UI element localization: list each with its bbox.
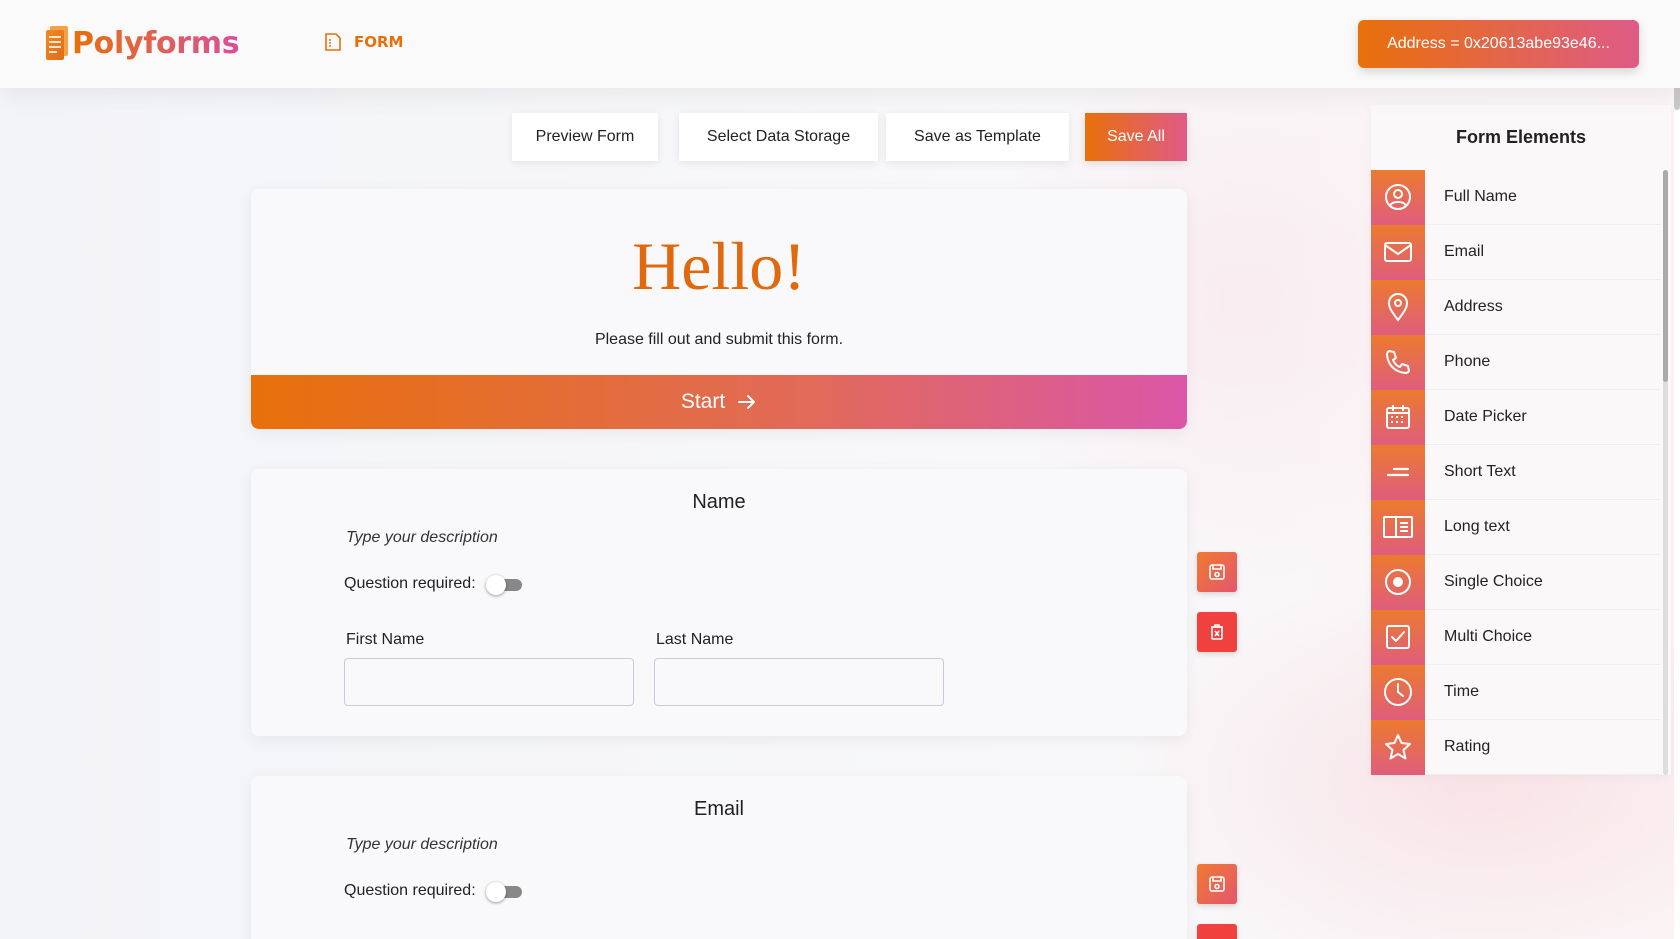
question-card-name: Name Type your description Question requ… — [251, 469, 1187, 736]
preview-form-button[interactable]: Preview Form — [512, 113, 658, 161]
floppy-disk-icon — [1209, 564, 1225, 580]
welcome-subtitle[interactable]: Please fill out and submit this form. — [251, 331, 1187, 349]
element-full-name[interactable]: Full Name — [1371, 169, 1661, 225]
user-circle-icon — [1371, 169, 1425, 225]
save-all-button[interactable]: Save All — [1085, 113, 1187, 161]
question-title[interactable]: Name — [251, 491, 1187, 514]
element-label: Long text — [1444, 518, 1510, 535]
radio-icon — [1371, 554, 1425, 610]
question-title[interactable]: Email — [251, 798, 1187, 821]
wallet-address-button[interactable]: Address = 0x20613abe93e46... — [1358, 20, 1639, 68]
element-label: Short Text — [1444, 463, 1516, 480]
save-as-template-button[interactable]: Save as Template — [886, 113, 1069, 161]
form-icon — [325, 33, 341, 51]
checkbox-icon — [1371, 609, 1425, 665]
element-label: Full Name — [1444, 188, 1517, 205]
page-scrollbar[interactable] — [1674, 0, 1680, 939]
toggle-knob — [485, 882, 506, 902]
floppy-disk-icon — [1209, 876, 1225, 892]
panel-scrollbar[interactable] — [1663, 170, 1668, 775]
element-label: Date Picker — [1444, 408, 1527, 425]
short-text-icon — [1371, 444, 1425, 500]
brand-logo[interactable]: Polyforms — [44, 24, 240, 62]
question-description[interactable]: Type your description — [346, 836, 498, 854]
trash-icon — [1211, 624, 1223, 640]
nav-form-label: FORM — [354, 33, 404, 51]
delete-question-button[interactable] — [1197, 612, 1237, 652]
form-elements-panel: Form Elements Full Name Email Address Ph… — [1371, 105, 1671, 775]
element-long-text[interactable]: Long text — [1371, 499, 1661, 555]
arrow-right-icon — [738, 395, 756, 409]
element-label: Email — [1444, 243, 1485, 260]
phone-icon — [1371, 334, 1425, 390]
last-name-input[interactable] — [654, 658, 944, 706]
element-label: Rating — [1444, 738, 1491, 755]
clock-icon — [1371, 664, 1425, 720]
element-multi-choice[interactable]: Multi Choice — [1371, 609, 1661, 665]
start-button[interactable]: Start — [251, 375, 1187, 429]
question-required-row: Question required: — [344, 575, 522, 595]
toggle-knob — [485, 575, 506, 595]
top-bar: Polyforms FORM Address = 0x20613abe93e46… — [0, 0, 1680, 88]
brand-name: Polyforms — [72, 25, 240, 61]
element-address[interactable]: Address — [1371, 279, 1661, 335]
element-email[interactable]: Email — [1371, 224, 1661, 280]
element-phone[interactable]: Phone — [1371, 334, 1661, 390]
element-time[interactable]: Time — [1371, 664, 1661, 720]
element-date-picker[interactable]: Date Picker — [1371, 389, 1661, 445]
long-text-icon — [1371, 499, 1425, 555]
save-question-button[interactable] — [1197, 864, 1237, 904]
welcome-title[interactable]: Hello! — [251, 227, 1187, 306]
question-required-row: Question required: — [344, 882, 522, 902]
panel-scrollbar-thumb[interactable] — [1663, 170, 1668, 382]
nav-form-link[interactable]: FORM — [324, 32, 403, 52]
select-data-storage-button[interactable]: Select Data Storage — [679, 113, 878, 161]
first-name-input[interactable] — [344, 658, 634, 706]
panel-title: Form Elements — [1455, 127, 1587, 147]
element-label: Address — [1444, 298, 1503, 315]
welcome-card: Hello! Please fill out and submit this f… — [251, 189, 1187, 429]
delete-question-button[interactable] — [1197, 924, 1237, 939]
last-name-label: Last Name — [656, 631, 734, 648]
element-label: Multi Choice — [1444, 628, 1533, 645]
required-toggle[interactable] — [485, 575, 522, 595]
start-label: Start — [680, 390, 726, 413]
mail-icon — [1371, 224, 1425, 280]
element-label: Single Choice — [1444, 573, 1543, 590]
element-label: Time — [1444, 683, 1479, 700]
first-name-label: First Name — [346, 631, 425, 648]
star-icon — [1371, 719, 1425, 775]
question-description[interactable]: Type your description — [346, 529, 498, 547]
map-pin-icon — [1371, 279, 1425, 335]
element-short-text[interactable]: Short Text — [1371, 444, 1661, 500]
element-rating[interactable]: Rating — [1371, 719, 1661, 775]
calendar-icon — [1371, 389, 1425, 445]
element-single-choice[interactable]: Single Choice — [1371, 554, 1661, 610]
question-required-label: Question required: — [344, 882, 476, 899]
logo-document-icon — [46, 26, 68, 60]
question-card-email: Email Type your description Question req… — [251, 776, 1187, 939]
question-required-label: Question required: — [344, 575, 476, 592]
save-question-button[interactable] — [1197, 552, 1237, 592]
element-label: Phone — [1444, 353, 1491, 370]
required-toggle[interactable] — [485, 882, 522, 902]
